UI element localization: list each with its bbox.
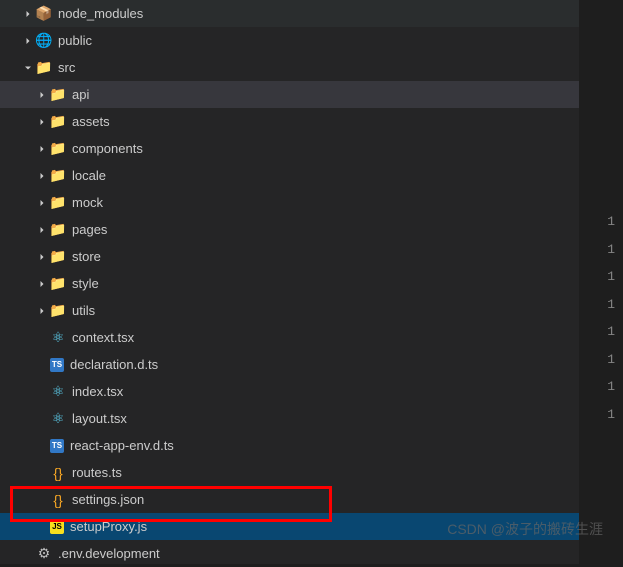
chevron-spacer xyxy=(34,492,50,508)
folder-grey-icon: 📁 xyxy=(50,195,66,211)
folder-green-icon: 📁 xyxy=(50,303,66,319)
tree-item-label: context.tsx xyxy=(72,330,134,345)
react-icon-icon: ⚛ xyxy=(50,384,66,400)
folder-green-icon: 📦 xyxy=(36,6,52,22)
tree-item-mock[interactable]: 📁 mock xyxy=(0,189,579,216)
file-explorer: 📦 node_modules 🌐 public 📁 src 📁 api 📁 assets 📁 comp… xyxy=(0,0,580,564)
chevron-right-icon[interactable] xyxy=(34,87,50,103)
folder-blue-icon: 📁 xyxy=(50,276,66,292)
folder-green-icon: 📁 xyxy=(50,141,66,157)
tree-item-style[interactable]: 📁 style xyxy=(0,270,579,297)
tree-item-label: mock xyxy=(72,195,103,210)
chevron-spacer xyxy=(34,384,50,400)
line-number: 1 xyxy=(580,373,615,401)
tree-item-layout-tsx[interactable]: ⚛ layout.tsx xyxy=(0,405,579,432)
chevron-right-icon[interactable] xyxy=(34,249,50,265)
tree-item--env-development[interactable]: ⚙ .env.development xyxy=(0,540,579,567)
tree-item-label: setupProxy.js xyxy=(70,519,147,534)
chevron-right-icon[interactable] xyxy=(34,195,50,211)
chevron-right-icon[interactable] xyxy=(34,168,50,184)
tree-item-label: locale xyxy=(72,168,106,183)
tree-item-label: pages xyxy=(72,222,107,237)
tree-item-assets[interactable]: 📁 assets xyxy=(0,108,579,135)
tree-item-label: react-app-env.d.ts xyxy=(70,438,174,453)
chevron-spacer xyxy=(34,519,50,535)
editor-gutter: 11111111 xyxy=(580,0,623,564)
tree-item-routes-ts[interactable]: {} routes.ts xyxy=(0,459,579,486)
line-number: 1 xyxy=(580,346,615,374)
ts-icon-icon: TS xyxy=(50,439,64,453)
tree-item-label: store xyxy=(72,249,101,264)
line-number: 1 xyxy=(580,291,615,319)
chevron-right-icon[interactable] xyxy=(20,33,36,49)
chevron-right-icon[interactable] xyxy=(20,6,36,22)
tree-item-pages[interactable]: 📁 pages xyxy=(0,216,579,243)
tree-item-label: routes.ts xyxy=(72,465,122,480)
tree-item-public[interactable]: 🌐 public xyxy=(0,27,579,54)
tree-item-label: settings.json xyxy=(72,492,144,507)
react-icon-icon: ⚛ xyxy=(50,330,66,346)
tree-item-label: src xyxy=(58,60,75,75)
line-number: 1 xyxy=(580,208,615,236)
chevron-spacer xyxy=(34,465,50,481)
json-icon-icon: {} xyxy=(50,465,66,481)
chevron-right-icon[interactable] xyxy=(34,114,50,130)
folder-grey-icon: 📁 xyxy=(50,249,66,265)
tree-item-label: style xyxy=(72,276,99,291)
chevron-right-icon[interactable] xyxy=(34,141,50,157)
tree-item-label: index.tsx xyxy=(72,384,123,399)
ts-icon-icon: TS xyxy=(50,358,64,372)
chevron-right-icon[interactable] xyxy=(34,222,50,238)
chevron-spacer xyxy=(34,438,50,454)
tree-item-label: utils xyxy=(72,303,95,318)
tree-item-declaration-d-ts[interactable]: TS declaration.d.ts xyxy=(0,351,579,378)
chevron-spacer xyxy=(20,546,36,562)
folder-red-icon: 📁 xyxy=(50,222,66,238)
tree-item-label: layout.tsx xyxy=(72,411,127,426)
gear-icon-icon: ⚙ xyxy=(36,546,52,562)
line-number: 1 xyxy=(580,236,615,264)
tree-item-react-app-env-d-ts[interactable]: TS react-app-env.d.ts xyxy=(0,432,579,459)
tree-item-src[interactable]: 📁 src xyxy=(0,54,579,81)
tree-item-label: components xyxy=(72,141,143,156)
tree-item-locale[interactable]: 📁 locale xyxy=(0,162,579,189)
tree-item-node-modules[interactable]: 📦 node_modules xyxy=(0,0,579,27)
tree-item-settings-json[interactable]: {} settings.json xyxy=(0,486,579,513)
tree-item-label: node_modules xyxy=(58,6,143,21)
line-number: 1 xyxy=(580,263,615,291)
folder-icon-icon: 📁 xyxy=(50,87,66,103)
react-icon-icon: ⚛ xyxy=(50,411,66,427)
line-number: 1 xyxy=(580,401,615,429)
chevron-right-icon[interactable] xyxy=(34,303,50,319)
folder-green-icon: 📁 xyxy=(36,60,52,76)
tree-item-label: assets xyxy=(72,114,110,129)
chevron-right-icon[interactable] xyxy=(34,276,50,292)
json-icon-icon: {} xyxy=(50,492,66,508)
tree-item-utils[interactable]: 📁 utils xyxy=(0,297,579,324)
tree-item-label: api xyxy=(72,87,89,102)
folder-teal-icon: 🌐 xyxy=(36,33,52,49)
chevron-spacer xyxy=(34,330,50,346)
watermark-text: CSDN @波子的搬砖生涯 xyxy=(447,519,603,539)
tree-item-api[interactable]: 📁 api xyxy=(0,81,579,108)
js-icon-icon: JS xyxy=(50,520,64,534)
chevron-spacer xyxy=(34,357,50,373)
chevron-spacer xyxy=(34,411,50,427)
tree-item-store[interactable]: 📁 store xyxy=(0,243,579,270)
tree-item-label: .env.development xyxy=(58,546,160,561)
tree-item-index-tsx[interactable]: ⚛ index.tsx xyxy=(0,378,579,405)
chevron-down-icon[interactable] xyxy=(20,60,36,76)
line-number: 1 xyxy=(580,318,615,346)
tree-item-label: declaration.d.ts xyxy=(70,357,158,372)
folder-blue-icon: 📁 xyxy=(50,168,66,184)
tree-item-context-tsx[interactable]: ⚛ context.tsx xyxy=(0,324,579,351)
tree-item-components[interactable]: 📁 components xyxy=(0,135,579,162)
tree-item-label: public xyxy=(58,33,92,48)
folder-icon-icon: 📁 xyxy=(50,114,66,130)
